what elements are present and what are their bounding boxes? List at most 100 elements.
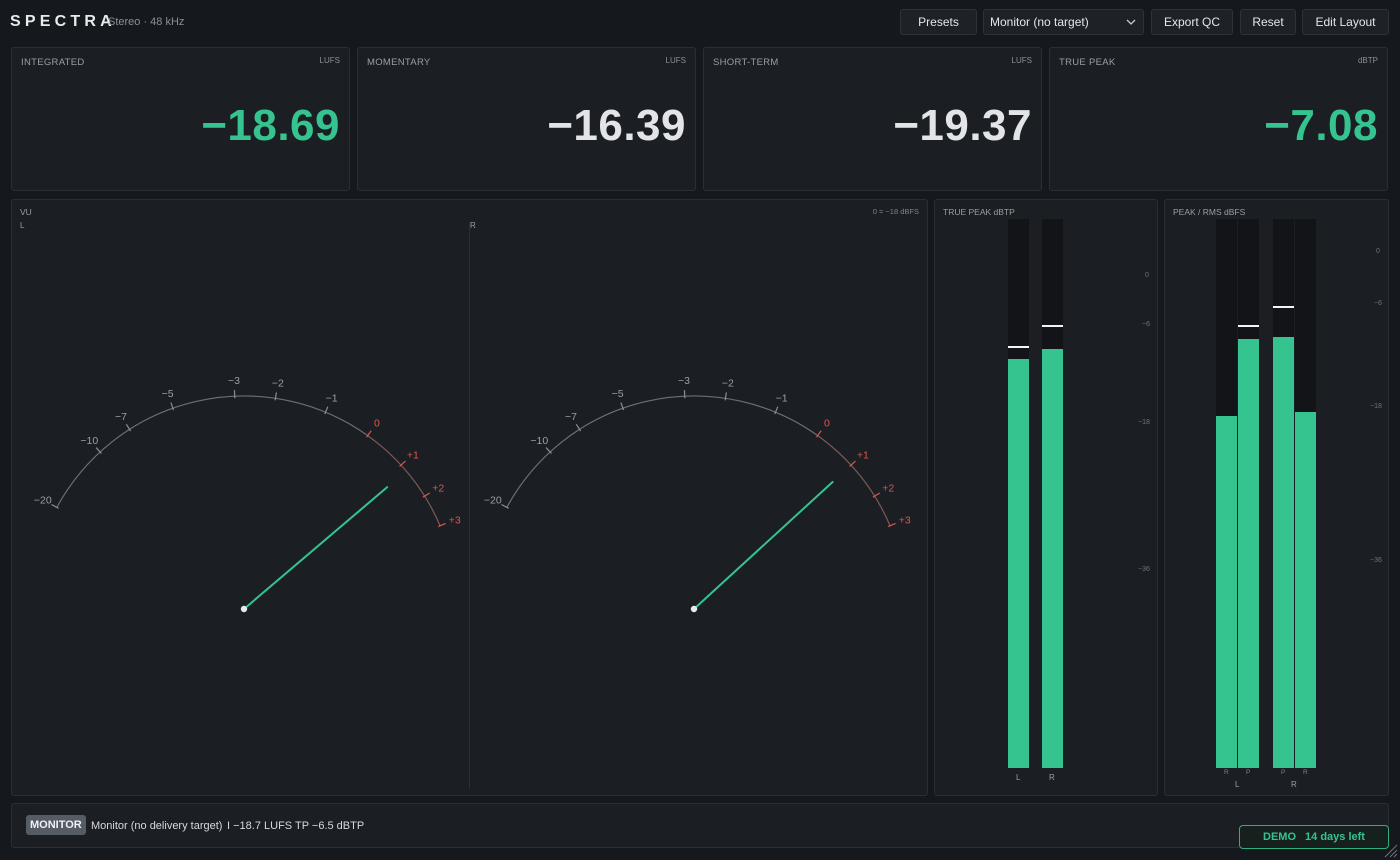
card-label: MOMENTARY: [367, 57, 431, 68]
vu-right-scale-label: −7: [565, 411, 577, 423]
tp-right-peak-hold: [1042, 325, 1063, 328]
edit-layout-button[interactable]: Edit Layout: [1302, 9, 1389, 35]
pr-left-peak-label: P: [1246, 769, 1251, 776]
vu-right-scale-label: +2: [882, 483, 894, 495]
vu-left-scale-label: −3: [228, 375, 240, 387]
vu-left-scale-label: −7: [115, 411, 127, 423]
vu-right-scale-label: +1: [857, 449, 869, 461]
vu-right-scale-label: −20: [484, 495, 502, 507]
true-peak-panel: TRUE PEAK dBTP 0 −6 −18 −36 L R: [934, 199, 1158, 796]
card-label: SHORT-TERM: [713, 57, 779, 68]
integrated-value: −18.69: [201, 101, 340, 150]
vu-right-scale-arc: [506, 395, 819, 508]
pr-right-peak-hold: [1273, 305, 1294, 308]
vu-panel: VU 0 = −18 dBFS L R −20 −10 −7 −5 −3 −2 −1 0 +1 +…: [11, 199, 928, 796]
vu-left-tick: [274, 392, 277, 401]
tp-scale-18: −18: [1138, 419, 1150, 426]
tp-scale-6: −6: [1142, 321, 1150, 328]
short-term-value: −19.37: [893, 101, 1032, 150]
pr-left-rms-level: [1216, 415, 1237, 768]
tp-right-level: [1042, 349, 1063, 768]
vu-left-scale-label: +1: [407, 449, 419, 461]
peak-rms-title: PEAK / RMS dBFS: [1173, 207, 1246, 217]
pr-left-rms-meter: [1216, 219, 1237, 768]
audio-format: Stereo · 48 kHz: [108, 16, 185, 28]
vu-left-scale-label: +2: [432, 483, 444, 495]
card-unit: LUFS: [665, 56, 686, 65]
tp-right-label: R: [1049, 773, 1055, 782]
target-select[interactable]: Monitor (no target): [983, 9, 1144, 35]
vu-left-scale-label: −1: [326, 392, 338, 404]
vu-right-scale-label: −2: [722, 378, 734, 390]
card-unit: LUFS: [319, 56, 340, 65]
pr-left-peak-meter: [1238, 219, 1259, 768]
vu-left-scale-label: +3: [449, 515, 461, 527]
top-bar: SPECTRA Stereo · 48 kHz Presets Monitor …: [0, 0, 1400, 44]
card-label: INTEGRATED: [21, 57, 85, 68]
export-qc-button[interactable]: Export QC: [1151, 9, 1233, 35]
tp-left-level: [1008, 359, 1029, 768]
pr-scale-36: −36: [1370, 557, 1382, 564]
momentary-value: −16.39: [547, 101, 686, 150]
pr-right-rms-meter: [1295, 219, 1316, 768]
demo-badge[interactable]: DEMO 14 days left: [1239, 825, 1389, 849]
target-select-value: Monitor (no target): [990, 15, 1089, 29]
momentary-card: MOMENTARY LUFS −16.39: [357, 47, 696, 191]
pr-scale-18: −18: [1370, 403, 1382, 410]
vu-right-pivot: [690, 605, 698, 613]
resize-grip-icon[interactable]: [1382, 842, 1398, 858]
vu-right-scale-label: +3: [899, 515, 911, 527]
card-label: TRUE PEAK: [1059, 57, 1116, 68]
tp-scale-36: −36: [1138, 566, 1150, 573]
vu-left-red-arc: [367, 435, 441, 527]
pr-left-group-label: L: [1235, 780, 1240, 789]
tp-left-label: L: [1016, 773, 1021, 782]
vu-left-needle: [243, 486, 389, 610]
peak-rms-meters: [1216, 219, 1317, 768]
vu-left-pivot: [240, 605, 248, 613]
tp-scale-0: 0: [1145, 272, 1149, 279]
tp-left-peak-hold: [1008, 346, 1029, 349]
vu-left-scale-label: −10: [80, 435, 98, 447]
peak-rms-panel: PEAK / RMS dBFS 0 −6 −18 −36 R P P R L R: [1164, 199, 1389, 796]
true-peak-card: TRUE PEAK dBTP −7.08: [1049, 47, 1388, 191]
vu-right-scale-label: −3: [678, 375, 690, 387]
vu-left-scale-label: −2: [272, 378, 284, 390]
mode-badge[interactable]: MONITOR: [26, 815, 86, 835]
pr-right-group-label: R: [1291, 780, 1297, 789]
pr-right-peak-meter: [1273, 219, 1294, 768]
vu-meters: −20−10−7−5−3 −2−10+1+2+3−20−10−7−5−3 −2−10…: [34, 375, 911, 613]
target-status: Monitor (no delivery target): [91, 820, 223, 832]
demo-label: DEMO: [1263, 831, 1297, 843]
pr-right-rms-level: [1295, 412, 1316, 768]
card-unit: dBTP: [1357, 56, 1378, 65]
demo-remaining: 14 days left: [1305, 831, 1365, 843]
integrated-status: I −18.7 LUFS: [227, 820, 293, 832]
vu-right-tick: [724, 392, 727, 401]
vu-right-scale-label: −1: [776, 392, 788, 404]
status-bar: MONITOR Monitor (no delivery target) I −…: [11, 803, 1389, 848]
presets-button[interactable]: Presets: [900, 9, 977, 35]
pr-right-peak-level: [1273, 336, 1294, 768]
vu-right-scale-label: 0: [824, 418, 830, 430]
vu-right-scale-label: −10: [530, 435, 548, 447]
vu-right-red-arc: [817, 435, 891, 527]
pr-right-rms-label: R: [1303, 769, 1308, 776]
integrated-card: INTEGRATED LUFS −18.69: [11, 47, 350, 191]
vu-left-scale-label: −5: [162, 388, 174, 400]
true-peak-status: TP −6.5 dBTP: [295, 820, 365, 832]
app-logo: SPECTRA: [10, 13, 116, 30]
pr-right-peak-label: P: [1281, 769, 1286, 776]
vu-left-scale-label: 0: [374, 418, 380, 430]
card-unit: LUFS: [1011, 56, 1032, 65]
short-term-card: SHORT-TERM LUFS −19.37: [703, 47, 1042, 191]
reset-button[interactable]: Reset: [1240, 9, 1296, 35]
vu-left-scale-arc: [56, 395, 369, 508]
pr-left-peak-hold: [1238, 325, 1259, 328]
pr-left-peak-level: [1238, 339, 1259, 768]
chevron-down-icon: [1126, 19, 1136, 25]
pr-scale-0: 0: [1376, 248, 1380, 255]
tp-left-meter: [1008, 219, 1029, 768]
tp-right-meter: [1042, 219, 1063, 768]
pr-left-rms-label: R: [1224, 769, 1229, 776]
